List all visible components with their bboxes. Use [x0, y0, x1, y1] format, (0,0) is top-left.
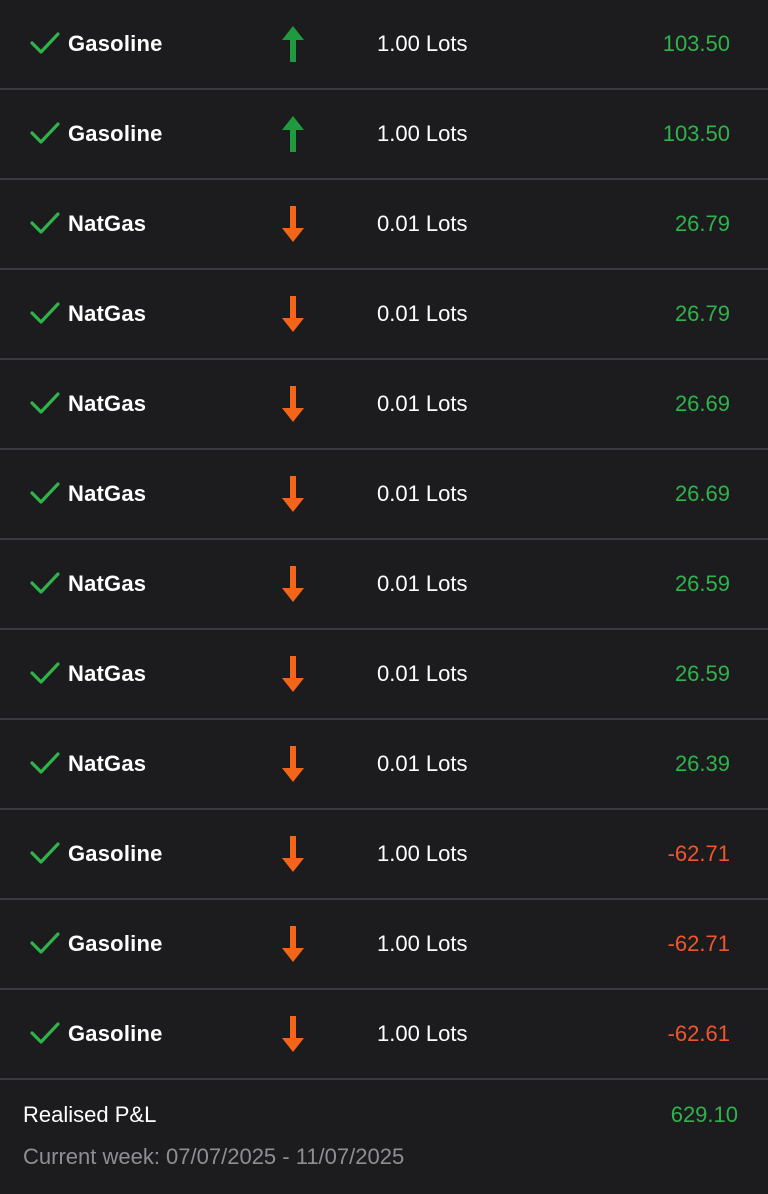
instrument-name: NatGas [68, 661, 147, 686]
instrument-name: NatGas [68, 751, 147, 776]
arrow-down-icon [282, 746, 304, 782]
trade-row[interactable]: NatGas 0.01 Lots 26.59 [0, 540, 768, 630]
pl-summary: Realised P&L 629.10 Current week: 07/07/… [0, 1074, 768, 1194]
trade-row[interactable]: NatGas 0.01 Lots 26.59 [0, 630, 768, 720]
check-icon [30, 752, 60, 774]
check-icon [30, 932, 60, 954]
check-icon [30, 32, 60, 54]
check-icon [30, 392, 60, 414]
instrument-name: NatGas [68, 571, 147, 596]
trade-volume: 0.01 Lots [377, 751, 468, 776]
trade-list: Gasoline 1.00 Lots 103.50 Gasoline 1.00 … [0, 0, 768, 1080]
realised-pl-value: 629.10 [670, 1102, 738, 1127]
check-icon [30, 212, 60, 234]
trade-volume: 0.01 Lots [377, 571, 468, 596]
arrow-down-icon [282, 206, 304, 242]
check-icon [30, 1022, 60, 1044]
check-icon [30, 572, 60, 594]
trade-row[interactable]: Gasoline 1.00 Lots 103.50 [0, 0, 768, 90]
instrument-name: Gasoline [68, 31, 163, 56]
check-icon [30, 482, 60, 504]
trade-volume: 1.00 Lots [377, 31, 468, 56]
instrument-name: NatGas [68, 301, 147, 326]
arrow-down-icon [282, 926, 304, 962]
check-icon [30, 842, 60, 864]
trade-volume: 0.01 Lots [377, 391, 468, 416]
trade-volume: 0.01 Lots [377, 481, 468, 506]
instrument-name: NatGas [68, 391, 147, 416]
trade-volume: 1.00 Lots [377, 931, 468, 956]
trade-volume: 0.01 Lots [377, 211, 468, 236]
trade-pl: 26.79 [674, 211, 730, 236]
arrow-down-icon [282, 476, 304, 512]
trade-volume: 1.00 Lots [377, 1021, 468, 1046]
trade-row[interactable]: Gasoline 1.00 Lots 103.50 [0, 90, 768, 180]
current-week-range: Current week: 07/07/2025 - 11/07/2025 [23, 1144, 405, 1169]
trade-row[interactable]: Gasoline 1.00 Lots -62.71 [0, 900, 768, 990]
check-icon [30, 662, 60, 684]
check-icon [30, 122, 60, 144]
arrow-down-icon [282, 566, 304, 602]
instrument-name: Gasoline [68, 121, 163, 146]
trade-row[interactable]: NatGas 0.01 Lots 26.69 [0, 450, 768, 540]
trade-row[interactable]: Gasoline 1.00 Lots -62.61 [0, 990, 768, 1080]
arrow-down-icon [282, 656, 304, 692]
instrument-name: NatGas [68, 481, 147, 506]
instrument-name: Gasoline [68, 1021, 163, 1046]
trade-row[interactable]: NatGas 0.01 Lots 26.79 [0, 270, 768, 360]
trade-pl: 26.69 [674, 391, 730, 416]
trade-pl: 26.59 [674, 571, 730, 596]
trade-pl: 26.69 [674, 481, 730, 506]
trade-pl: -62.61 [667, 1021, 730, 1046]
arrow-down-icon [282, 386, 304, 422]
trade-pl: -62.71 [667, 931, 730, 956]
trade-volume: 0.01 Lots [377, 661, 468, 686]
trade-row[interactable]: NatGas 0.01 Lots 26.69 [0, 360, 768, 450]
trade-row[interactable]: NatGas 0.01 Lots 26.79 [0, 180, 768, 270]
trade-row[interactable]: Gasoline 1.00 Lots -62.71 [0, 810, 768, 900]
trade-pl: -62.71 [667, 841, 730, 866]
arrow-down-icon [282, 1016, 304, 1052]
realised-pl-label: Realised P&L [23, 1102, 157, 1127]
trade-pl: 26.39 [674, 751, 730, 776]
trade-volume: 0.01 Lots [377, 301, 468, 326]
check-icon [30, 302, 60, 324]
trade-pl: 26.79 [674, 301, 730, 326]
instrument-name: Gasoline [68, 841, 163, 866]
instrument-name: NatGas [68, 211, 147, 236]
trade-volume: 1.00 Lots [377, 121, 468, 146]
arrow-down-icon [282, 836, 304, 872]
trade-volume: 1.00 Lots [377, 841, 468, 866]
trade-pl: 26.59 [674, 661, 730, 686]
trade-row[interactable]: NatGas 0.01 Lots 26.39 [0, 720, 768, 810]
arrow-up-icon [282, 26, 304, 62]
arrow-down-icon [282, 296, 304, 332]
trade-pl: 103.50 [662, 121, 730, 146]
arrow-up-icon [282, 116, 304, 152]
instrument-name: Gasoline [68, 931, 163, 956]
trade-pl: 103.50 [662, 31, 730, 56]
